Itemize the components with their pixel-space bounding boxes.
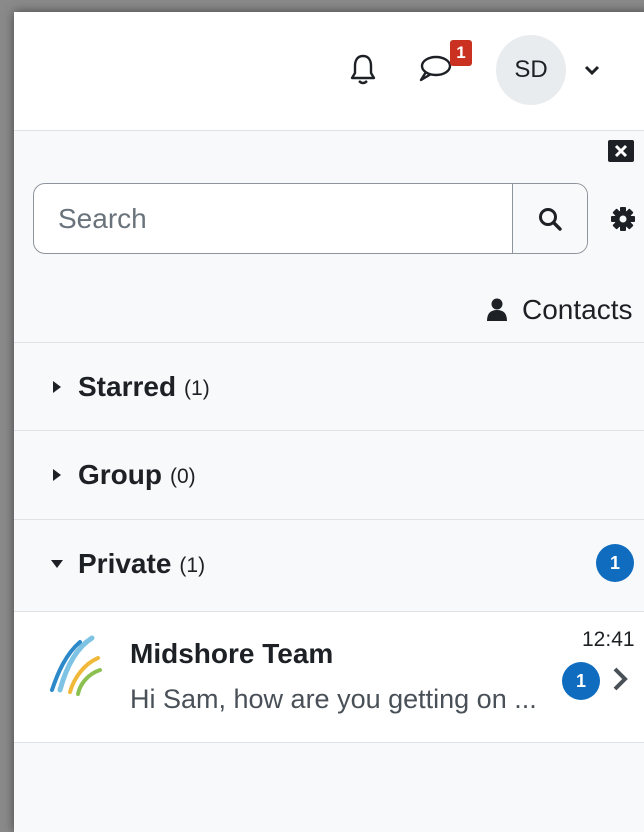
user-icon: [487, 298, 507, 321]
section-label: Starred: [78, 370, 177, 402]
contacts-label: Contacts: [522, 294, 633, 325]
section-label: Group: [78, 458, 162, 490]
section-starred[interactable]: Starred (1): [14, 342, 644, 430]
conversation-snippet: Hi Sam, how are you getting on ...: [130, 684, 537, 714]
conversation-time: 12:41: [582, 628, 635, 651]
unread-badge: 1: [596, 544, 634, 582]
conversation-name: Midshore Team: [130, 638, 334, 669]
section-group[interactable]: Group (0): [14, 430, 644, 518]
search-icon: [539, 207, 562, 231]
bell-icon[interactable]: [348, 52, 378, 86]
top-navbar: 1 SD: [14, 12, 644, 131]
conversation-item[interactable]: Midshore Team Hi Sam, how are you gettin…: [14, 611, 644, 743]
close-icon[interactable]: [608, 140, 634, 162]
message-count-badge: 1: [450, 40, 472, 66]
section-count: (1): [184, 376, 210, 400]
search-input[interactable]: [34, 184, 512, 253]
chat-icon[interactable]: [418, 52, 452, 86]
midshore-logo: [50, 635, 102, 696]
section-count: (1): [179, 553, 206, 577]
chevron-down-icon[interactable]: [582, 60, 602, 80]
section-private[interactable]: Private (1) 1: [14, 519, 644, 607]
gear-icon[interactable]: [610, 206, 636, 232]
messaging-frame: 1 SD Search Contacts Starred (1) Group (…: [14, 12, 644, 832]
user-avatar[interactable]: SD: [496, 35, 566, 105]
chevron-right-icon: [613, 667, 628, 691]
section-count: (0): [170, 464, 196, 488]
contacts-link[interactable]: Contacts: [486, 294, 633, 326]
search-button[interactable]: [512, 184, 587, 253]
conversation-unread-badge: 1: [562, 662, 600, 700]
caret-right-icon: [50, 468, 64, 482]
search-box: [33, 183, 588, 254]
caret-down-icon: [50, 557, 64, 571]
section-label: Private: [78, 547, 172, 579]
caret-right-icon: [50, 380, 64, 394]
